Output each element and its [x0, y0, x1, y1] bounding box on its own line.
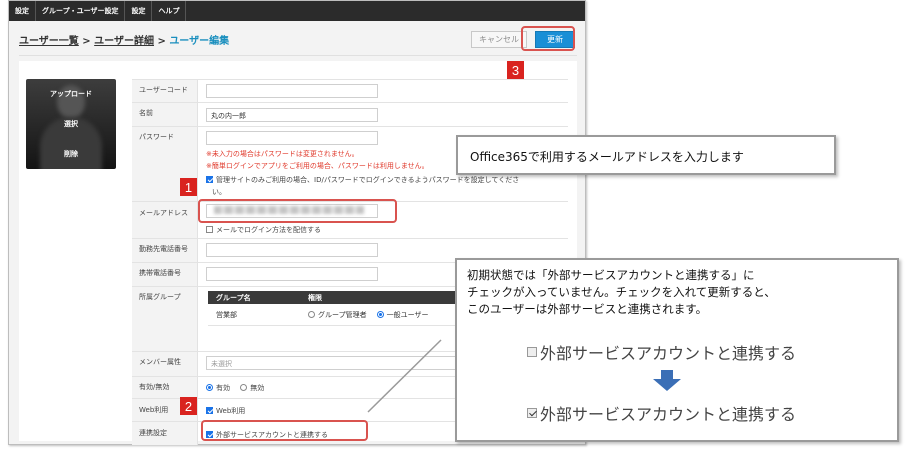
callout-after-example: 外部サービスアカウントと連携する	[527, 401, 796, 425]
callout-link-setting: 初期状態では「外部サービスアカウントと連携する」に チェックが入っていません。チ…	[455, 258, 899, 442]
callout-line-3: このユーザーは外部サービスと連携されます。	[467, 302, 708, 316]
callout-after-text: 外部サービスアカウントと連携する	[540, 405, 797, 424]
avatar-delete-button[interactable]: 削除	[26, 141, 116, 167]
avatar: アップロード 選択 削除	[26, 79, 116, 169]
stage: 設定 グループ・ユーザー設定 設定 ヘルプ ユーザー一覧 > ユーザー詳細 > …	[0, 0, 906, 450]
avatar-select-button[interactable]: 選択	[26, 111, 116, 137]
callout-before-text: 外部サービスアカウントと連携する	[540, 344, 797, 363]
callout-email-text: Office365で利用するメールアドレスを入力します	[470, 150, 744, 164]
arrow-down-icon	[653, 370, 681, 391]
callout-before-example: 外部サービスアカウントと連携する	[527, 340, 796, 364]
callout-before-checkbox	[527, 347, 537, 357]
callout-after-checkbox	[527, 408, 537, 418]
avatar-upload-button[interactable]: アップロード	[26, 81, 116, 107]
callout-line-2: チェックが入っていません。チェックを入れて更新すると、	[467, 285, 776, 299]
callout-email: Office365で利用するメールアドレスを入力します	[456, 135, 836, 175]
callout-line-1: 初期状態では「外部サービスアカウントと連携する」に	[467, 268, 755, 282]
